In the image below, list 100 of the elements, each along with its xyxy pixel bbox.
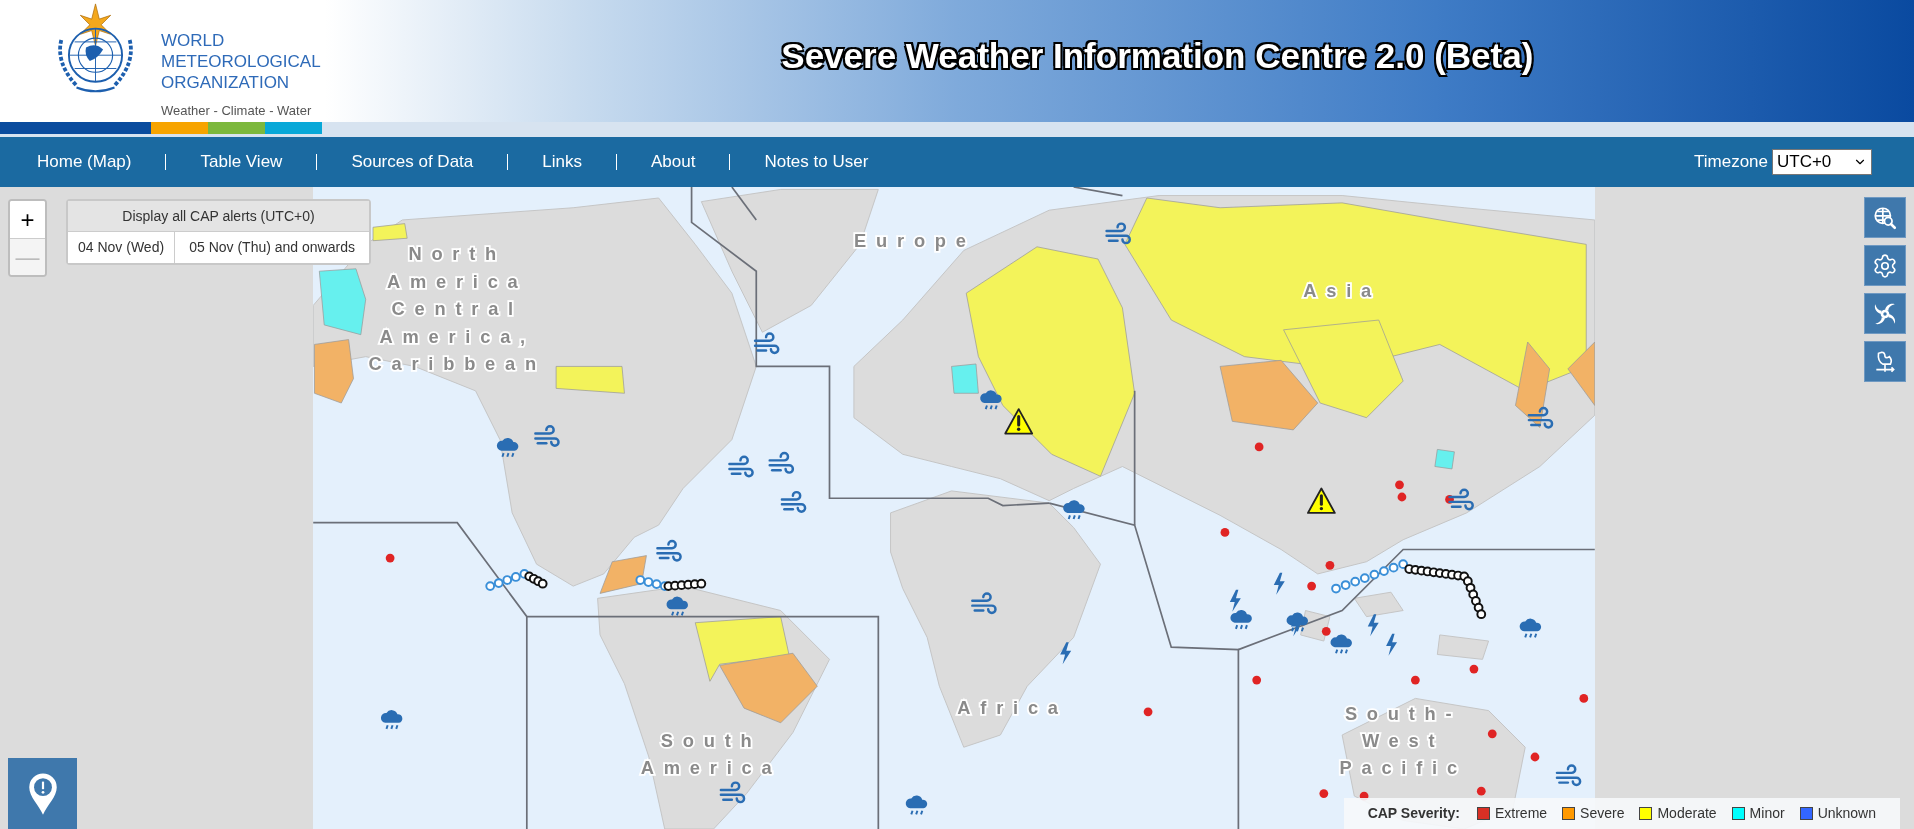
alert-dot[interactable] — [1220, 528, 1230, 537]
wind-icon[interactable] — [780, 490, 807, 513]
alert-area[interactable] — [599, 555, 647, 594]
alert-dot[interactable] — [1143, 707, 1153, 717]
region-search-button[interactable] — [1864, 197, 1906, 238]
region-label: Caribbean — [368, 353, 546, 375]
alert-location-button[interactable] — [8, 758, 77, 829]
day-filter-button[interactable]: 05 Nov (Thu) and onwards — [174, 232, 369, 263]
nav-link[interactable]: Notes to User — [764, 149, 869, 175]
land-mass — [1436, 634, 1490, 660]
cyclone-track-point[interactable] — [1379, 566, 1389, 576]
rain-cloud-icon[interactable] — [905, 795, 928, 816]
weather-vane-button[interactable] — [1864, 341, 1906, 382]
lightning-icon[interactable] — [1386, 633, 1398, 656]
alert-dot[interactable] — [385, 553, 395, 563]
cyclone-track-point[interactable] — [537, 578, 548, 589]
wind-icon[interactable] — [1105, 222, 1131, 245]
lightning-icon[interactable] — [1367, 614, 1379, 637]
rain-cloud-icon[interactable] — [980, 390, 1002, 411]
alert-dot[interactable] — [1319, 789, 1329, 798]
cyclone-track-point[interactable] — [1369, 569, 1380, 580]
cyclone-track-point[interactable] — [1340, 580, 1351, 590]
alert-dot[interactable] — [1325, 560, 1335, 570]
warning-icon[interactable] — [1307, 487, 1336, 514]
region-label: North — [408, 243, 507, 265]
organization-name: WORLD — [161, 30, 226, 51]
nav-link[interactable]: Links — [542, 149, 582, 175]
land-mass — [1353, 591, 1404, 618]
wind-icon[interactable] — [768, 451, 795, 474]
rain-cloud-icon[interactable] — [496, 437, 519, 458]
cyclone-track-point[interactable] — [510, 572, 521, 582]
region-label: Central — [391, 298, 523, 320]
warning-icon[interactable] — [1004, 408, 1034, 435]
alert-dot[interactable] — [1252, 675, 1262, 685]
alert-dot[interactable] — [1487, 729, 1497, 739]
alert-dot[interactable] — [1469, 664, 1479, 674]
organization-tagline: Weather - Climate - Water — [161, 102, 313, 120]
wind-icon[interactable] — [971, 592, 997, 615]
region-label: Pacific — [1339, 757, 1467, 779]
cyclone-track-point[interactable] — [1359, 573, 1370, 583]
rain-cloud-icon[interactable] — [1063, 500, 1085, 520]
cyclone-track-point[interactable] — [1398, 559, 1409, 570]
wind-icon[interactable] — [534, 425, 560, 447]
alert-dot[interactable] — [1445, 495, 1454, 504]
rain-cloud-icon[interactable] — [666, 596, 688, 617]
alert-dot[interactable] — [1254, 442, 1264, 452]
region-label: West — [1361, 730, 1445, 752]
legend-label: Extreme — [1494, 804, 1548, 823]
region-label: South- — [1344, 703, 1462, 725]
alert-dot[interactable] — [1579, 694, 1589, 703]
legend-label: Unknown — [1817, 804, 1876, 823]
display-all-alerts-button[interactable]: Display all CAP alerts (UTC+0) — [68, 201, 369, 232]
rain-cloud-icon[interactable] — [1330, 634, 1352, 655]
cyclone-button[interactable] — [1864, 293, 1906, 334]
cyclone-track-point[interactable] — [502, 575, 513, 585]
wind-icon[interactable] — [1527, 406, 1554, 429]
cyclone-track-point[interactable] — [493, 578, 504, 588]
cyclone-track-point[interactable] — [1331, 583, 1341, 594]
settings-button[interactable] — [1864, 245, 1906, 286]
wind-icon[interactable] — [1448, 488, 1474, 511]
organization-name: METEOROLOGICAL — [161, 51, 321, 72]
rain-cloud-icon[interactable] — [380, 710, 403, 730]
region-boundary-line — [1072, 187, 1124, 197]
alert-dot[interactable] — [1321, 626, 1331, 636]
cyclone-track-point[interactable] — [1350, 576, 1361, 587]
region-label: Africa — [957, 697, 1068, 719]
wind-icon[interactable] — [753, 332, 780, 355]
wind-icon[interactable] — [728, 455, 754, 478]
alert-area[interactable] — [1515, 341, 1550, 428]
timezone-label: Timezone — [1694, 151, 1768, 174]
wind-icon[interactable] — [719, 781, 746, 804]
alert-dot[interactable] — [1395, 480, 1404, 490]
region-label: America, — [379, 326, 535, 348]
nav-link[interactable]: About — [650, 149, 696, 175]
alert-dot[interactable] — [1476, 786, 1486, 796]
cyclone-track-point[interactable] — [1388, 562, 1399, 573]
legend-label: Moderate — [1657, 804, 1717, 823]
rain-cloud-icon[interactable] — [1230, 610, 1252, 630]
cyclone-track-point[interactable] — [1476, 609, 1487, 620]
nav-link[interactable]: Home (Map) — [37, 149, 132, 175]
page-title: Severe Weather Information Centre 2.0 (Beta) — [781, 34, 1534, 77]
lightning-icon[interactable] — [1273, 572, 1285, 595]
alert-dot[interactable] — [1530, 752, 1540, 762]
legend-label: Minor — [1749, 804, 1785, 823]
alert-dot[interactable] — [1307, 581, 1316, 591]
lightning-icon[interactable] — [1229, 589, 1241, 612]
nav-link[interactable]: Table View — [200, 149, 283, 175]
alert-dot[interactable] — [1410, 675, 1420, 685]
cyclone-track-point[interactable] — [485, 581, 496, 591]
wind-icon[interactable] — [656, 539, 682, 562]
lightning-icon[interactable] — [1060, 642, 1072, 665]
legend-title: CAP Severity: — [1367, 804, 1460, 823]
rain-cloud-icon[interactable] — [1519, 618, 1542, 639]
region-label: Asia — [1303, 279, 1381, 301]
settings-icon — [1872, 252, 1898, 279]
timezone-select[interactable]: UTC+0 — [1772, 149, 1872, 175]
nav-link[interactable]: Sources of Data — [351, 149, 474, 175]
alert-dot[interactable] — [1397, 492, 1407, 502]
region-label: America — [640, 757, 782, 779]
wind-icon[interactable] — [1555, 764, 1582, 787]
